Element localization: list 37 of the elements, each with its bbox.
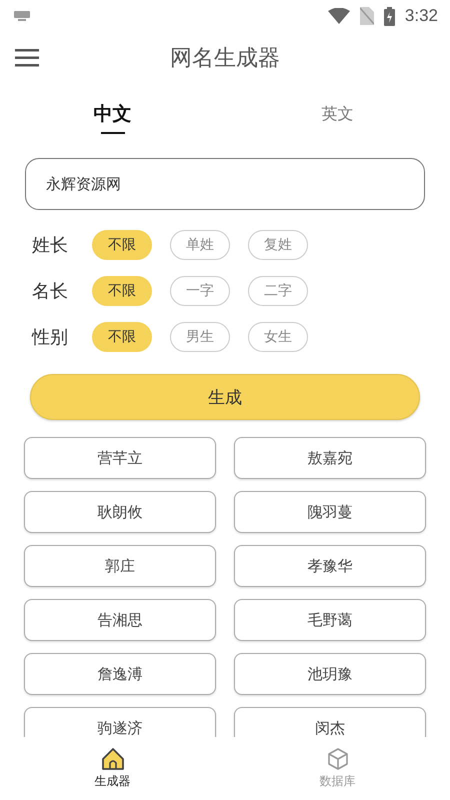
generate-button[interactable]: 生成 (30, 374, 420, 420)
no-sim-icon (360, 7, 374, 25)
option-label: 性别 (32, 326, 68, 349)
option-chip[interactable]: 不限 (92, 322, 152, 352)
name-input-field[interactable]: 永辉资源网 (25, 158, 425, 210)
wifi-icon (328, 8, 350, 24)
name-result[interactable]: 耿朗攸 (24, 491, 216, 533)
name-result[interactable]: 敖嘉宛 (234, 437, 426, 479)
menu-icon[interactable] (15, 49, 39, 67)
name-result[interactable]: 孝豫华 (234, 545, 426, 587)
option-chip[interactable]: 不限 (92, 276, 152, 306)
option-chip[interactable]: 二字 (248, 276, 308, 306)
name-result[interactable]: 池玥豫 (234, 653, 426, 695)
name-result[interactable]: 驹遂济 (24, 707, 216, 737)
cube-icon (326, 747, 350, 771)
option-chip[interactable]: 女生 (248, 322, 308, 352)
option-chip[interactable]: 一字 (170, 276, 230, 306)
option-label: 姓长 (32, 234, 68, 257)
name-result[interactable]: 詹逸溥 (24, 653, 216, 695)
keyboard-icon (14, 11, 30, 21)
language-tab[interactable]: 英文 (225, 88, 450, 140)
nav-tab[interactable]: 生成器 (0, 737, 225, 800)
name-result[interactable]: 告湘思 (24, 599, 216, 641)
name-result[interactable]: 毛野蔼 (234, 599, 426, 641)
house-icon (100, 747, 124, 771)
name-result[interactable]: 郭庄 (24, 545, 216, 587)
option-chip[interactable]: 单姓 (170, 230, 230, 260)
name-result[interactable]: 营芊立 (24, 437, 216, 479)
name-result[interactable]: 闵杰 (234, 707, 426, 737)
app-title: 网名生成器 (170, 45, 280, 73)
option-chip[interactable]: 不限 (92, 230, 152, 260)
battery-icon (384, 6, 395, 26)
name-result[interactable]: 隗羽蔓 (234, 491, 426, 533)
status-time: 3:32 (404, 6, 438, 26)
option-label: 名长 (32, 280, 68, 303)
option-chip[interactable]: 男生 (170, 322, 230, 352)
option-chip[interactable]: 复姓 (248, 230, 308, 260)
